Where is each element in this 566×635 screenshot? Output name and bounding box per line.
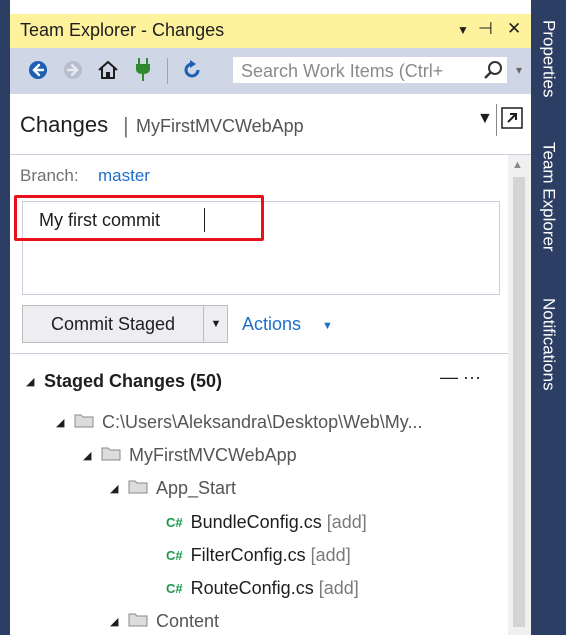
window-menu-dropdown[interactable]: ▼ <box>457 23 469 37</box>
toolbar: Search Work Items (Ctrl+ ▾ <box>10 48 531 94</box>
page-dropdown-arrow[interactable]: ▼ <box>477 110 493 128</box>
expand-triangle-icon[interactable]: ◢ <box>110 615 128 628</box>
connect-button[interactable] <box>130 57 156 83</box>
folder-icon <box>128 478 148 499</box>
properties-tab-label: Properties <box>539 20 559 98</box>
window-title: Team Explorer - Changes <box>20 20 225 40</box>
branch-label: Branch: <box>20 166 79 185</box>
expand-triangle-icon[interactable]: ◢ <box>26 375 44 388</box>
scroll-thumb[interactable] <box>513 177 525 627</box>
csharp-file-icon: C# <box>166 547 183 563</box>
title-bar: Team Explorer - Changes ▼ ⊣ ✕ <box>10 14 531 48</box>
folder-icon <box>74 412 94 433</box>
csharp-file-icon: C# <box>166 580 183 596</box>
tree-item-file[interactable]: C# RouteConfig.cs [add] <box>166 574 359 602</box>
scroll-up-arrow[interactable]: ▲ <box>512 159 523 171</box>
connect-icon <box>136 58 150 81</box>
expand-triangle-icon[interactable]: ◢ <box>56 416 74 429</box>
pin-window-button[interactable]: ⊣ <box>478 19 493 39</box>
changes-content: Branch: master My first commit Commit St… <box>10 155 508 635</box>
vertical-scrollbar[interactable]: ▲ <box>508 155 531 635</box>
refresh-icon <box>184 60 200 78</box>
back-button[interactable] <box>25 57 51 83</box>
undock-icon[interactable] <box>500 106 524 135</box>
team-explorer-panel: Team Explorer - Changes ▼ ⊣ ✕ Search Wor… <box>0 0 531 635</box>
tree-item-label: Content <box>156 610 220 631</box>
home-icon <box>98 60 118 79</box>
notifications-tab-label: Notifications <box>539 297 559 391</box>
back-icon <box>29 61 47 79</box>
search-work-items-input[interactable]: Search Work Items (Ctrl+ <box>232 56 508 84</box>
header-divider <box>496 104 497 136</box>
file-status: [add] <box>326 511 367 532</box>
file-status: [add] <box>318 577 359 598</box>
commit-split-button: Commit Staged ▼ <box>22 305 228 343</box>
title-separator: | <box>123 113 129 138</box>
actions-chevron-down-icon[interactable]: ▼ <box>322 320 333 332</box>
commit-options-dropdown[interactable]: ▼ <box>204 306 228 342</box>
close-window-button[interactable]: ✕ <box>507 19 521 39</box>
tree-item-file[interactable]: C# BundleConfig.cs [add] <box>166 508 367 536</box>
tree-item-label: BundleConfig.cs <box>190 511 322 532</box>
file-status: [add] <box>310 544 351 565</box>
side-tab-strip: Properties Team Explorer Notifications <box>531 0 566 635</box>
tree-item-label: FilterConfig.cs <box>190 544 306 565</box>
tree-item-label: App_Start <box>156 477 237 498</box>
properties-tab[interactable]: Properties <box>531 6 566 112</box>
annotation-highlight-box <box>14 195 264 241</box>
team-explorer-tab[interactable]: Team Explorer <box>531 124 566 270</box>
forward-icon <box>64 61 82 79</box>
expand-triangle-icon[interactable]: ◢ <box>83 449 101 462</box>
home-button[interactable] <box>94 57 122 83</box>
csharp-file-icon: C# <box>166 514 183 530</box>
staged-changes-title: Staged Changes (50) <box>44 370 223 391</box>
branch-link[interactable]: master <box>98 166 150 186</box>
tree-item-label: MyFirstMVCWebApp <box>129 444 297 465</box>
folder-icon <box>128 611 148 632</box>
tree-item-file[interactable]: C# FilterConfig.cs [add] <box>166 541 351 569</box>
team-explorer-tab-label: Team Explorer <box>539 142 559 252</box>
search-placeholder: Search Work Items (Ctrl+ <box>241 61 444 81</box>
tree-item-folder[interactable]: ◢ MyFirstMVCWebApp <box>83 441 297 469</box>
toolbar-separator <box>167 58 168 84</box>
section-divider <box>10 353 508 354</box>
section-more-menu[interactable]: — ··· <box>440 367 481 388</box>
tree-item-label: C:\Users\Aleksandra\Desktop\Web\My... <box>102 411 423 432</box>
repository-name: MyFirstMVCWebApp <box>136 116 304 136</box>
expand-triangle-icon[interactable]: ◢ <box>110 482 128 495</box>
tree-item-folder[interactable]: ◢ Content <box>110 607 219 635</box>
commit-staged-button[interactable]: Commit Staged <box>23 306 203 342</box>
page-header: Changes | MyFirstMVCWebApp ▼ <box>10 94 531 155</box>
staged-changes-header[interactable]: ◢ Staged Changes (50) <box>26 367 222 395</box>
tree-item-folder[interactable]: ◢ App_Start <box>110 474 236 502</box>
page-title: Changes <box>20 112 109 137</box>
refresh-button[interactable] <box>178 57 206 83</box>
actions-menu-link[interactable]: Actions <box>242 314 301 335</box>
search-icon[interactable] <box>482 59 504 86</box>
tree-item-label: RouteConfig.cs <box>190 577 314 598</box>
tree-item-folder[interactable]: ◢ C:\Users\Aleksandra\Desktop\Web\My... <box>56 408 422 436</box>
search-dropdown-arrow[interactable]: ▾ <box>511 56 527 84</box>
notifications-tab[interactable]: Notifications <box>531 280 566 408</box>
folder-icon <box>101 445 121 466</box>
forward-button[interactable] <box>60 57 86 83</box>
